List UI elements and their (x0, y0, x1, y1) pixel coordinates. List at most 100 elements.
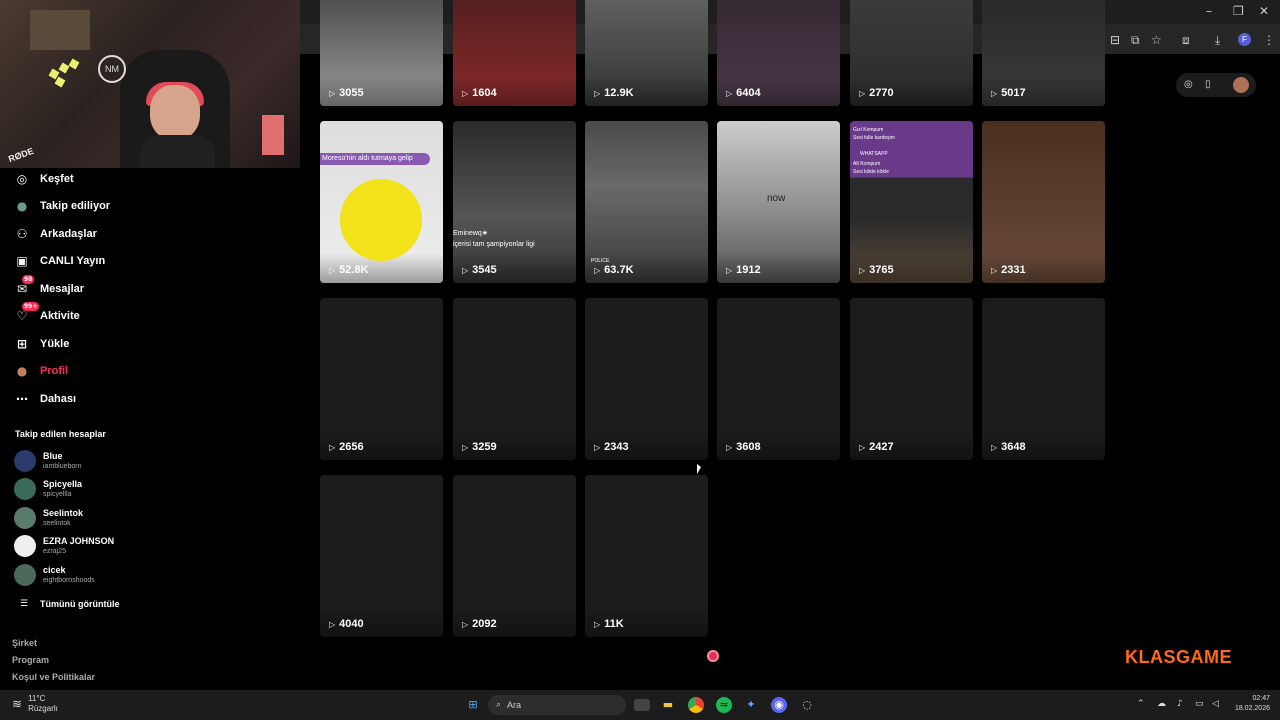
sidebar-item-label: Keşfet (40, 173, 74, 185)
video-thumbnail[interactable]: ▷ 2343 (585, 298, 708, 460)
video-thumbnail[interactable]: ▷ 52.8K Moreso'nin aldı tutmaya gelip (320, 121, 443, 283)
mic-icon[interactable]: ♪ (1177, 699, 1183, 709)
browser-profile-avatar[interactable]: F (1238, 33, 1251, 46)
see-all-button[interactable]: ☰ Tümünü görüntüle (18, 593, 120, 615)
view-count: ▷ 3648 (991, 441, 1026, 453)
weather-temp: 11°C (28, 694, 46, 703)
compass-icon: ◎ (16, 172, 28, 186)
view-count-value: 52.8K (339, 264, 369, 276)
minimize-icon[interactable]: – (1206, 4, 1212, 18)
video-thumbnail[interactable]: ▷ 2770 (850, 0, 973, 106)
video-thumbnail[interactable]: ▷ 3055 (320, 0, 443, 106)
play-icon: ▷ (859, 265, 866, 275)
footer-link-terms[interactable]: Koşul ve Politikalar (12, 672, 95, 682)
chrome-icon[interactable] (688, 697, 704, 713)
windows-start-icon[interactable]: ⊞ (465, 697, 481, 713)
play-icon: ▷ (991, 88, 998, 98)
video-thumbnail[interactable]: ▷ 2331 (982, 121, 1105, 283)
video-thumbnail[interactable]: ▷ 2656 (320, 298, 443, 460)
weather-widget[interactable]: ≋ 11°C Rüzgarlı (12, 694, 58, 714)
footer-link-program[interactable]: Program (12, 655, 49, 665)
avatar (14, 564, 36, 586)
video-thumbnail[interactable]: ▷ 6404 (717, 0, 840, 106)
caption: içerisi tam şampiyonlar ligi (453, 241, 535, 248)
account-name: cicek (43, 565, 66, 575)
video-thumbnail[interactable]: ▷ 1604 (453, 0, 576, 106)
sidebar-item-6[interactable]: ⊞ Yükle (14, 333, 69, 355)
view-count-value: 3545 (472, 264, 497, 276)
video-thumbnail[interactable]: ▷ 11K (585, 475, 708, 637)
steam-icon[interactable]: ◌ (799, 697, 815, 713)
video-thumbnail[interactable]: ▷ 4040 (320, 475, 443, 637)
browser-menu-icon[interactable]: ⋮ (1263, 33, 1275, 47)
footer-link-company[interactable]: Şirket (12, 638, 37, 648)
sidebar-item-4[interactable]: ✉ 98 Mesajlar (14, 275, 84, 300)
followed-account[interactable]: Spicyella spicyellla (14, 478, 82, 500)
video-thumbnail[interactable]: ▷ 2427 (850, 298, 973, 460)
caption: Gızl Kompum (853, 127, 884, 133)
close-icon[interactable]: ✕ (1259, 4, 1269, 18)
task-view-icon[interactable] (634, 699, 650, 711)
view-count: ▷ 3765 (859, 264, 894, 276)
extensions-icon[interactable]: ⧈ (1182, 33, 1190, 48)
taskbar-clock[interactable]: 02:47 18.02.2026 (1228, 694, 1270, 714)
video-thumbnail[interactable]: ▷ 5017 (982, 0, 1105, 106)
sidebar-item-5[interactable]: ♡ 99+ Aktivite (14, 302, 80, 327)
tray-expand-icon[interactable]: ⌃ (1137, 699, 1145, 709)
caption: now (767, 193, 786, 204)
play-icon: ▷ (726, 88, 733, 98)
sidebar-item-0[interactable]: ◎ Keşfet (14, 168, 74, 190)
sidebar-item-7[interactable]: ● Profil (14, 360, 68, 382)
view-count-value: 3608 (736, 441, 761, 453)
bookmark-star-icon[interactable]: ☆ (1151, 33, 1162, 47)
view-count: ▷ 63.7K (594, 264, 634, 276)
video-thumbnail[interactable]: ▷ 3259 (453, 298, 576, 460)
friends-icon: ⚇ (16, 227, 28, 241)
video-thumbnail[interactable]: ▷ 3765 Gızl Kompum Sesi fulle kardeşim WHATS… (850, 121, 973, 283)
sidebar-item-8[interactable]: ⋯ Dahası (14, 388, 76, 410)
mic-brand: RØDE (7, 145, 35, 165)
sidebar-item-2[interactable]: ⚇ Arkadaşlar (14, 223, 97, 245)
play-icon: ▷ (594, 265, 601, 275)
video-thumbnail[interactable]: ▷ 2092 (453, 475, 576, 637)
maximize-icon[interactable]: ❐ (1233, 4, 1244, 18)
spotify-icon[interactable]: ≈ (716, 697, 732, 713)
cast-icon[interactable]: ⧉ (1131, 33, 1140, 48)
video-thumbnail[interactable]: ▷ 3545 Eminewq★ içerisi tam şampiyonlar lig… (453, 121, 576, 283)
phone-icon[interactable]: ▯ (1205, 79, 1211, 90)
sidebar-item-label: CANLI Yayın (40, 255, 106, 267)
file-explorer-icon[interactable]: ▬ (660, 697, 676, 713)
video-thumbnail[interactable]: ▷ 3648 (982, 298, 1105, 460)
video-thumbnail[interactable]: ▷ 1912 now (717, 121, 840, 283)
download-icon[interactable]: ⤓ (1215, 33, 1220, 48)
followed-account[interactable]: Blue iamblueborn (14, 450, 82, 472)
user-avatar[interactable] (1233, 77, 1249, 93)
sidebar-item-label: Yükle (40, 338, 70, 350)
play-icon: ▷ (726, 265, 733, 275)
network-cloud-icon[interactable]: ☁ (1157, 699, 1166, 709)
caption: Moreso'nin aldı tutmaya gelip (322, 155, 413, 162)
avatar (14, 535, 36, 557)
play-icon: ▷ (991, 265, 998, 275)
followed-account[interactable]: Seelintok seelintok (14, 507, 83, 529)
volume-icon[interactable]: ◁ (1212, 699, 1219, 709)
video-thumbnail[interactable]: ▷ 63.7K POLICE (585, 121, 708, 283)
video-thumbnail[interactable]: ▷ 3608 (717, 298, 840, 460)
app-icon[interactable]: ✦ (743, 697, 759, 713)
view-count: ▷ 1912 (726, 264, 761, 276)
notification-badge: 98 (22, 275, 35, 284)
display-icon[interactable]: ▭ (1195, 699, 1204, 709)
sidebar-item-3[interactable]: ▣ CANLI Yayın (14, 250, 105, 272)
taskbar-search[interactable]: ⌕ Ara (488, 695, 626, 715)
compass-icon[interactable]: ◎ (1184, 79, 1193, 90)
followed-account[interactable]: cicek eightbornshoods (14, 564, 95, 586)
account-handle: seelintok (43, 520, 71, 527)
view-count-value: 3648 (1001, 441, 1026, 453)
view-count-value: 2427 (869, 441, 894, 453)
list-icon: ☰ (19, 599, 29, 609)
video-thumbnail[interactable]: ▷ 12.9K (585, 0, 708, 106)
followed-account[interactable]: EZRA JOHNSON ezraj25 (14, 535, 114, 557)
translate-icon[interactable]: ⊟ (1110, 33, 1120, 47)
sidebar-item-1[interactable]: ● Takip ediliyor (14, 195, 110, 217)
discord-icon[interactable]: ◉ (771, 697, 787, 713)
